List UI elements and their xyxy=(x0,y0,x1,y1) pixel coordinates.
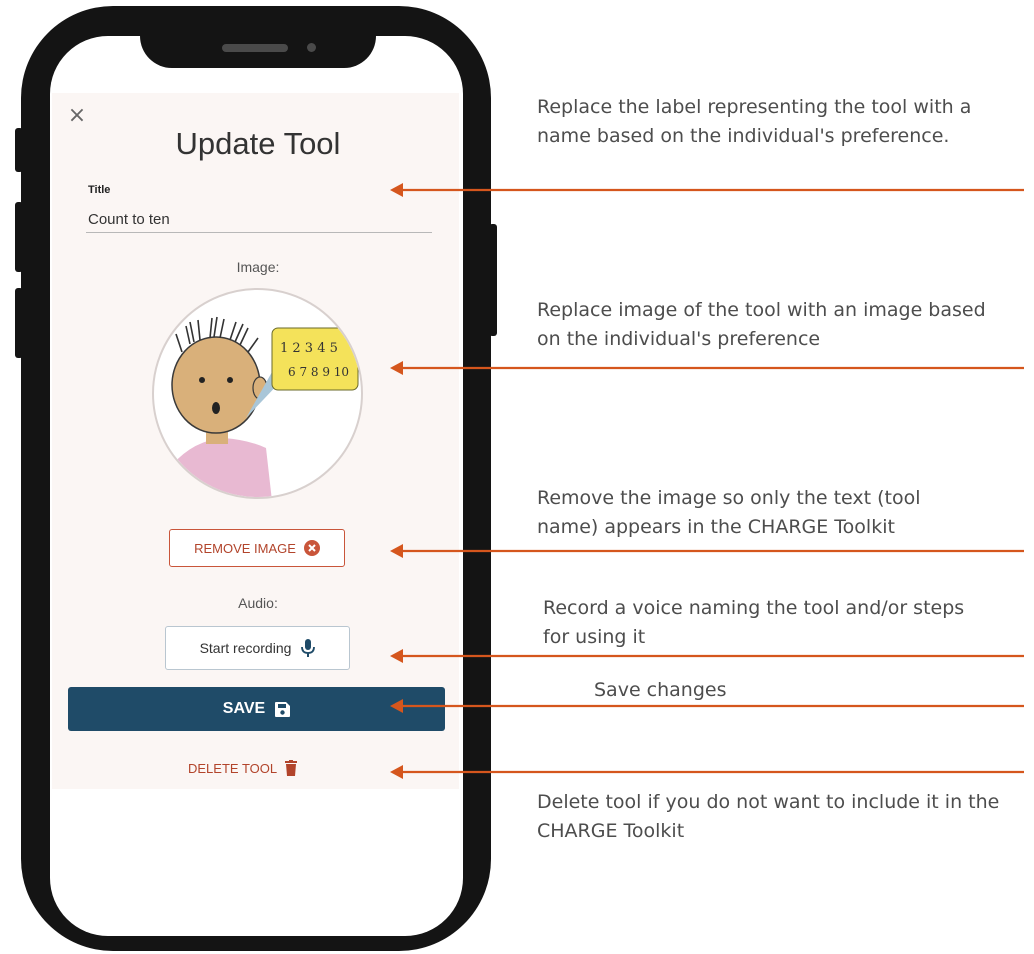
illustration-mouth xyxy=(212,402,220,414)
annotation-image: Replace image of the tool with an image … xyxy=(537,299,986,350)
remove-circle-icon xyxy=(303,540,320,556)
illustration-numbers-1: 1 2 3 4 5 xyxy=(280,341,338,356)
phone-side-button xyxy=(15,128,23,172)
title-field-label: Title xyxy=(88,184,111,196)
phone-side-button xyxy=(15,288,23,358)
illustration-speech-bubble xyxy=(271,327,359,391)
illustration-numbers-2: 6 7 8 9 10 xyxy=(288,365,349,379)
phone-notch xyxy=(140,8,376,68)
illustration-eye xyxy=(199,377,205,383)
dialog-title: Update Tool xyxy=(175,126,341,161)
speaker-grille xyxy=(222,44,288,52)
phone-side-button xyxy=(15,202,23,272)
trash-icon xyxy=(285,760,298,776)
start-recording-button[interactable]: Start recording xyxy=(165,626,350,670)
close-icon[interactable]: × xyxy=(67,104,87,128)
arrowhead-save xyxy=(390,699,403,713)
annotation-delete: Delete tool if you do not want to includ… xyxy=(537,791,1000,842)
annotation-save: Save changes xyxy=(594,679,727,701)
arrowhead-image xyxy=(390,361,403,375)
illustration-eye xyxy=(227,377,233,383)
arrowhead-delete xyxy=(390,765,403,779)
microphone-icon xyxy=(301,639,316,657)
remove-image-button[interactable]: REMOVE IMAGE xyxy=(169,529,345,567)
audio-section-label: Audio: xyxy=(238,595,278,611)
floppy-disk-icon xyxy=(275,701,291,717)
annotation-title: Replace the label representing the tool … xyxy=(537,96,972,147)
annotation-remove: Remove the image so only the text (tool … xyxy=(537,487,921,538)
arrowhead-title xyxy=(390,183,403,197)
tool-image[interactable]: 1 2 3 4 5 6 7 8 9 10 xyxy=(152,288,363,499)
annotation-audio: Record a voice naming the tool and/or st… xyxy=(543,597,965,648)
illustration-face xyxy=(171,336,261,434)
remove-image-label: REMOVE IMAGE xyxy=(194,540,296,556)
arrowhead-audio xyxy=(390,649,403,663)
front-camera xyxy=(307,43,316,52)
delete-tool-label: DELETE TOOL xyxy=(188,760,278,776)
arrowhead-remove xyxy=(390,544,403,558)
title-input[interactable] xyxy=(86,206,432,233)
save-label: SAVE xyxy=(222,700,266,717)
image-section-label: Image: xyxy=(236,259,280,275)
record-label: Start recording xyxy=(199,640,292,656)
delete-tool-button[interactable]: DELETE TOOL xyxy=(188,756,298,780)
counting-illustration: 1 2 3 4 5 6 7 8 9 10 xyxy=(164,316,359,497)
